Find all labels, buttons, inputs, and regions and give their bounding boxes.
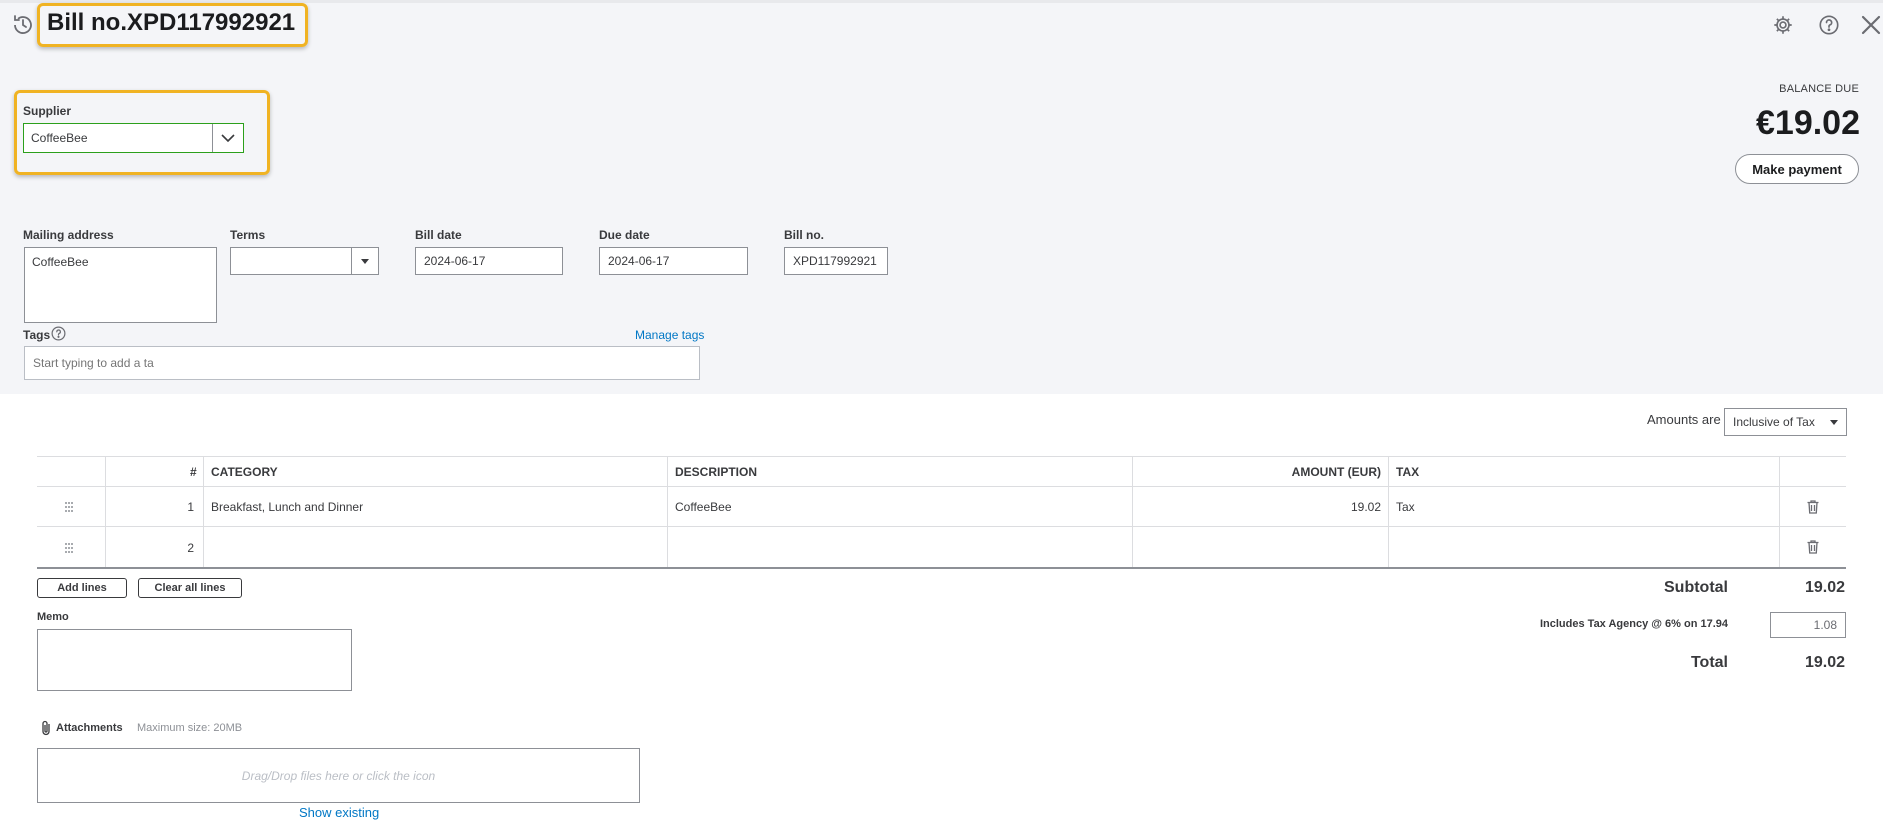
- bill-no-input[interactable]: [784, 247, 888, 275]
- tags-label: Tags: [23, 328, 51, 342]
- due-date-input[interactable]: [599, 247, 748, 275]
- supplier-select[interactable]: [23, 123, 244, 153]
- balance-due-amount: €19.02: [1756, 104, 1860, 142]
- bill-no-label: Bill no.: [784, 228, 824, 242]
- subtotal-label: Subtotal: [1664, 579, 1728, 596]
- caret-down-icon[interactable]: [351, 248, 378, 274]
- attachments-dropzone[interactable]: Drag/Drop files here or click the icon: [37, 748, 640, 803]
- history-icon[interactable]: [10, 12, 36, 38]
- drag-handle-icon[interactable]: [62, 541, 76, 555]
- column-header-num: #: [190, 465, 197, 479]
- bill-date-label: Bill date: [415, 228, 462, 242]
- supplier-input[interactable]: [24, 124, 212, 152]
- close-icon[interactable]: [1858, 12, 1883, 38]
- tax-summary-label: Includes Tax Agency @ 6% on 17.94: [1539, 618, 1728, 630]
- table-bottom-border: [37, 567, 1846, 569]
- clear-all-lines-button[interactable]: Clear all lines: [138, 578, 242, 598]
- drag-handle-icon[interactable]: [62, 500, 76, 514]
- max-size-text: Maximum size: 20MB: [137, 722, 243, 734]
- total-value: 19.02: [1804, 654, 1845, 671]
- gear-icon[interactable]: [1770, 12, 1796, 38]
- amounts-are-value: Inclusive of Tax: [1733, 415, 1815, 429]
- bill-date-input[interactable]: [415, 247, 563, 275]
- balance-due-label: BALANCE DUE: [1779, 83, 1859, 95]
- row-description[interactable]: CoffeeBee: [675, 500, 732, 514]
- chevron-down-icon[interactable]: [212, 124, 243, 152]
- trash-icon[interactable]: [1805, 499, 1821, 515]
- subtotal-value: 19.02: [1804, 579, 1845, 596]
- caret-down-icon: [1830, 419, 1838, 425]
- dropzone-text: Drag/Drop files here or click the icon: [241, 768, 436, 783]
- mailing-address-label: Mailing address: [23, 228, 114, 242]
- column-header-amount: AMOUNT (EUR): [1291, 465, 1381, 479]
- row-number: 2: [187, 541, 194, 555]
- column-header-description: DESCRIPTION: [675, 465, 758, 479]
- tags-input[interactable]: [24, 346, 700, 380]
- add-lines-button[interactable]: Add lines: [37, 578, 127, 598]
- supplier-label: Supplier: [23, 104, 72, 118]
- attachments-label: Attachments: [56, 722, 123, 734]
- amounts-are-label: Amounts are: [1647, 412, 1721, 427]
- memo-label: Memo: [37, 611, 69, 623]
- row-category[interactable]: Breakfast, Lunch and Dinner: [211, 500, 363, 514]
- terms-label: Terms: [230, 228, 266, 242]
- column-header-category: CATEGORY: [211, 465, 278, 479]
- table-row[interactable]: [37, 527, 1846, 567]
- row-amount[interactable]: 19.02: [1351, 500, 1381, 514]
- amounts-are-select[interactable]: Inclusive of Tax: [1724, 408, 1847, 436]
- terms-select[interactable]: [230, 247, 379, 275]
- paperclip-icon[interactable]: [40, 720, 52, 736]
- tax-amount-input[interactable]: [1770, 612, 1846, 638]
- mailing-address-field[interactable]: CoffeeBee: [24, 247, 217, 323]
- page-title: Bill no.XPD117992921: [47, 9, 296, 36]
- header-panel: [0, 3, 1883, 394]
- total-label: Total: [1690, 654, 1728, 671]
- row-number: 1: [187, 500, 194, 514]
- help-icon[interactable]: [51, 326, 66, 341]
- due-date-label: Due date: [599, 228, 650, 242]
- make-payment-button[interactable]: Make payment: [1735, 154, 1859, 184]
- manage-tags-link[interactable]: Manage tags: [635, 328, 704, 342]
- help-icon[interactable]: [1816, 12, 1842, 38]
- show-existing-link[interactable]: Show existing: [299, 805, 379, 820]
- column-header-tax: TAX: [1396, 465, 1420, 479]
- memo-field[interactable]: [37, 629, 352, 691]
- row-tax[interactable]: Tax: [1396, 500, 1415, 514]
- trash-icon[interactable]: [1805, 539, 1821, 555]
- table-top-border: [37, 456, 1846, 457]
